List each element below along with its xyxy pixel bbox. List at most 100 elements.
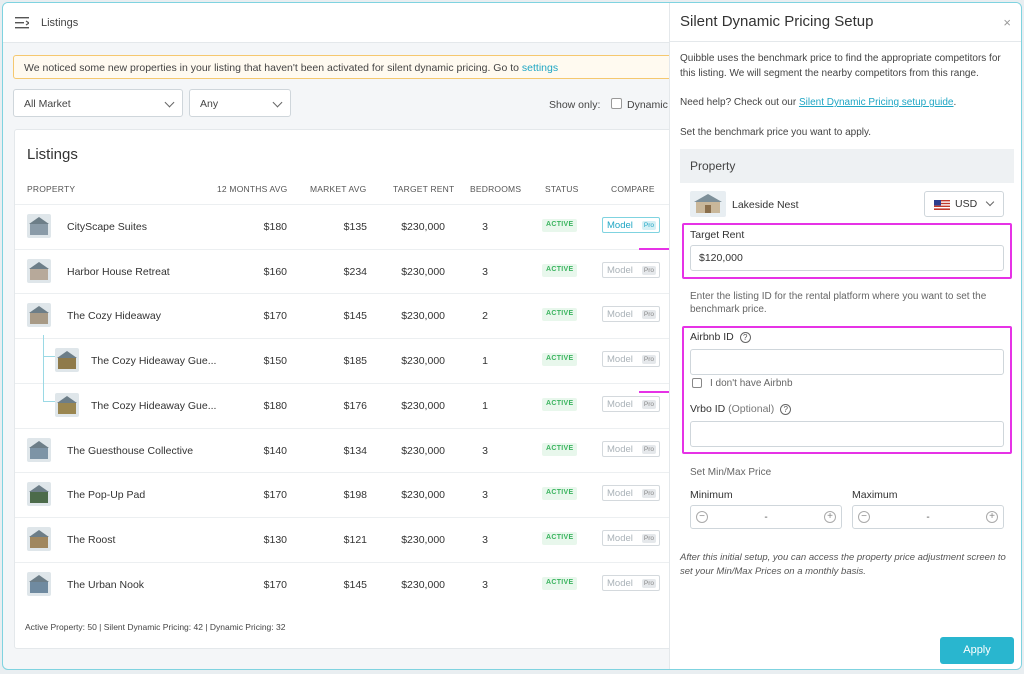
plus-icon[interactable]: + bbox=[986, 511, 998, 523]
listings-title: Listings bbox=[27, 146, 78, 163]
bedrooms: 3 bbox=[482, 221, 488, 233]
table-row[interactable]: The Pop-Up Pad $170 $198 $230,000 3 ACTIVE Mod… bbox=[15, 472, 675, 517]
bedrooms: 1 bbox=[482, 355, 488, 368]
status-badge: ACTIVE bbox=[542, 219, 578, 232]
no-airbnb-checkbox[interactable] bbox=[692, 378, 702, 388]
thumb-body bbox=[30, 446, 48, 459]
model-button[interactable]: Model Pro bbox=[602, 395, 660, 412]
table-row[interactable]: Harbor House Retreat $160 $234 $230,000 3 ACT… bbox=[15, 248, 675, 294]
property-name: Lakeside Nest bbox=[732, 199, 799, 211]
bedrooms: 1 bbox=[482, 399, 488, 412]
tree-line bbox=[43, 356, 55, 357]
target-rent: $230,000 bbox=[401, 578, 445, 591]
table-row[interactable]: The Cozy Hideaway $170 $145 $230,000 2 ACTIVE… bbox=[15, 293, 675, 338]
model-button[interactable]: Model Pro bbox=[602, 217, 660, 233]
property-thumbnail bbox=[27, 571, 51, 596]
12-months-avg: $180 bbox=[263, 399, 287, 412]
app-frame: Listings We noticed some new properties … bbox=[2, 2, 1022, 670]
divider bbox=[670, 41, 1021, 42]
chevron-down-icon bbox=[985, 197, 995, 207]
apply-button[interactable]: Apply bbox=[940, 637, 1014, 664]
help-suffix: . bbox=[953, 97, 957, 108]
airbnb-id-label: Airbnb ID? bbox=[690, 331, 751, 343]
property-name[interactable]: The Cozy Hideaway bbox=[67, 310, 161, 322]
status-badge: ACTIVE bbox=[542, 442, 578, 456]
12-months-avg: $170 bbox=[263, 578, 287, 591]
table-row[interactable]: CityScape Suites $180 $135 $230,000 3 ACTIVE M… bbox=[15, 204, 675, 249]
model-label: Model bbox=[607, 398, 633, 410]
property-name[interactable]: The Guesthouse Collective bbox=[67, 445, 193, 457]
vrbo-id-label: Vrbo ID (Optional)? bbox=[690, 403, 792, 415]
model-button[interactable]: Model Pro bbox=[602, 440, 660, 457]
thumb-body bbox=[30, 223, 48, 235]
market-avg: $176 bbox=[343, 399, 367, 412]
dynamic-pricing-checkbox[interactable] bbox=[611, 98, 622, 109]
target-rent: $230,000 bbox=[401, 310, 445, 323]
model-button[interactable]: Model Pro bbox=[602, 485, 660, 502]
model-label: Model bbox=[607, 577, 633, 589]
model-button[interactable]: Model Pro bbox=[602, 529, 660, 546]
table-row[interactable]: The Cozy Hideaway Gue... $150 $185 $230,000… bbox=[15, 338, 675, 383]
table-row[interactable]: The Cozy Hideaway Gue... $180 $176 $230,000… bbox=[15, 382, 675, 428]
col-12-months-avg: 12 MONTHS AVG bbox=[217, 184, 288, 194]
property-name[interactable]: Harbor House Retreat bbox=[67, 266, 170, 278]
bedrooms: 3 bbox=[482, 444, 488, 457]
settings-link[interactable]: settings bbox=[522, 62, 558, 74]
model-label: Model bbox=[607, 220, 633, 231]
market-avg: $198 bbox=[343, 489, 367, 502]
minmax-label: Set Min/Max Price bbox=[690, 467, 772, 478]
property-name[interactable]: The Urban Nook bbox=[67, 579, 144, 591]
status-badge: ACTIVE bbox=[542, 576, 578, 590]
property-name[interactable]: CityScape Suites bbox=[67, 221, 147, 233]
status-badge: ACTIVE bbox=[542, 263, 578, 277]
model-label: Model bbox=[607, 264, 633, 276]
model-button[interactable]: Model Pro bbox=[602, 574, 660, 591]
minimum-stepper[interactable]: − - + bbox=[690, 505, 842, 529]
airbnb-label-text: Airbnb ID bbox=[690, 331, 734, 343]
listing-stats: Active Property: 50 | Silent Dynamic Pri… bbox=[25, 622, 286, 632]
property-name[interactable]: The Roost bbox=[67, 534, 115, 546]
vrbo-label-text: Vrbo ID bbox=[690, 403, 726, 415]
12-months-avg: $130 bbox=[263, 533, 287, 546]
plus-icon[interactable]: + bbox=[824, 511, 836, 523]
target-rent-input[interactable]: $120,000 bbox=[690, 245, 1004, 271]
help-icon[interactable]: ? bbox=[780, 404, 792, 415]
close-icon[interactable]: × bbox=[1003, 15, 1011, 30]
maximum-stepper[interactable]: − - + bbox=[852, 505, 1004, 529]
model-button[interactable]: Model Pro bbox=[602, 351, 660, 368]
market-select[interactable]: All Market bbox=[13, 89, 183, 117]
bedrooms: 3 bbox=[482, 533, 488, 546]
listing-id-note: Enter the listing ID for the rental plat… bbox=[690, 291, 987, 315]
market-avg: $135 bbox=[343, 221, 367, 233]
vrbo-id-input[interactable] bbox=[690, 421, 1004, 447]
table-row[interactable]: The Guesthouse Collective $140 $134 $230,00… bbox=[15, 427, 675, 473]
benchmark-text: Set the benchmark price you want to appl… bbox=[680, 127, 872, 138]
12-months-avg: $150 bbox=[263, 355, 287, 368]
table-row[interactable]: The Roost $130 $121 $230,000 3 ACTIVE Model Pro bbox=[15, 516, 675, 562]
setup-panel: Silent Dynamic Pricing Setup × Quibble u… bbox=[669, 3, 1021, 669]
any-select[interactable]: Any bbox=[189, 89, 291, 117]
table-row[interactable]: The Urban Nook $170 $145 $230,000 3 ACTIVE Mod… bbox=[15, 561, 675, 607]
target-rent: $230,000 bbox=[401, 399, 445, 412]
setup-guide-link[interactable]: Silent Dynamic Pricing setup guide bbox=[799, 97, 954, 108]
market-avg: $121 bbox=[343, 533, 367, 546]
market-select-value: All Market bbox=[24, 98, 71, 110]
menu-icon[interactable] bbox=[15, 17, 29, 29]
pro-badge: Pro bbox=[641, 444, 656, 454]
airbnb-id-input[interactable] bbox=[690, 349, 1004, 375]
chevron-down-icon bbox=[164, 97, 175, 108]
property-name[interactable]: The Cozy Hideaway Gue... bbox=[91, 400, 216, 412]
model-button[interactable]: Model Pro bbox=[602, 306, 660, 323]
property-name[interactable]: The Cozy Hideaway Gue... bbox=[91, 355, 216, 367]
status-badge: ACTIVE bbox=[542, 353, 578, 367]
bedrooms: 2 bbox=[482, 310, 488, 323]
status-badge: ACTIVE bbox=[542, 531, 578, 545]
market-avg: $134 bbox=[343, 444, 367, 457]
currency-select[interactable]: USD bbox=[924, 191, 1004, 217]
target-rent: $230,000 bbox=[401, 444, 445, 457]
pro-badge: Pro bbox=[641, 310, 656, 320]
model-button[interactable]: Model Pro bbox=[602, 261, 660, 278]
us-flag-icon bbox=[934, 200, 950, 210]
property-name[interactable]: The Pop-Up Pad bbox=[67, 489, 145, 501]
help-icon[interactable]: ? bbox=[739, 332, 751, 343]
